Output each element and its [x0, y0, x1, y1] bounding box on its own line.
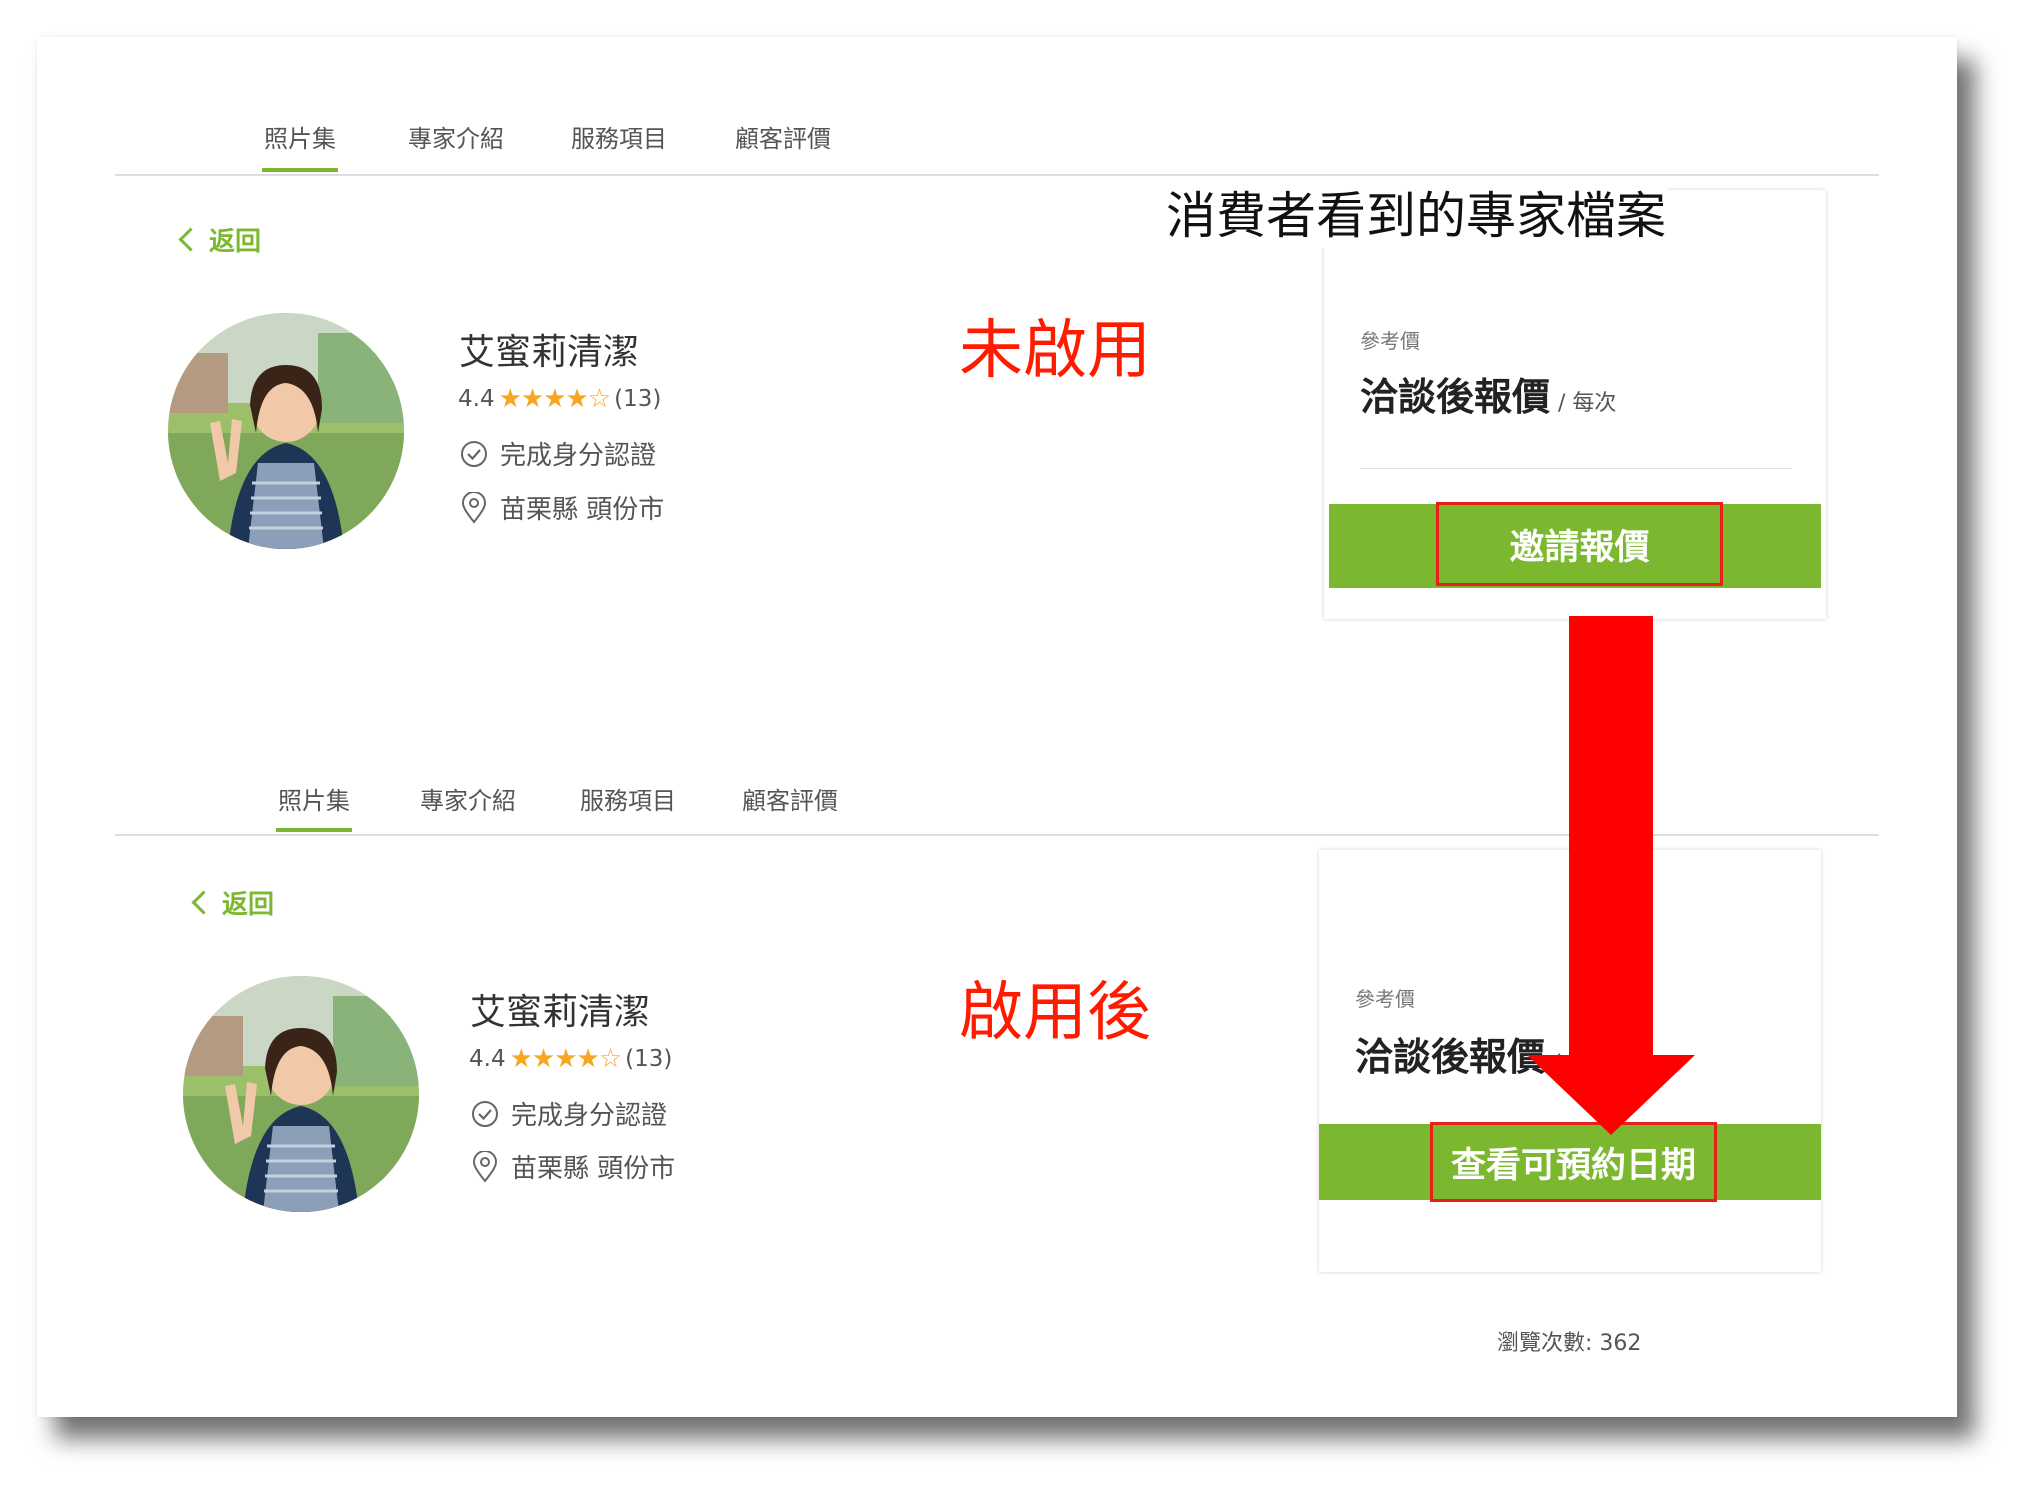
tab-photos[interactable]: 照片集 — [278, 781, 350, 816]
annotation-caption: 消費者看到的專家檔案 — [1164, 176, 1668, 248]
tab-reviews[interactable]: 顧客評價 — [742, 781, 838, 816]
available-dates-bar[interactable]: 查看可預約日期 — [1319, 1122, 1821, 1202]
request-quote-label: 邀請報價 — [1436, 502, 1723, 586]
active-tab-indicator — [262, 168, 338, 172]
back-link[interactable]: 返回 — [191, 884, 275, 921]
verified-label: 完成身分認證 — [511, 1101, 668, 1131]
price-label: 參考價 — [1360, 329, 1420, 353]
view-count: 瀏覽次數: 362 — [1497, 1331, 1642, 1356]
avatar — [168, 313, 404, 549]
status-annotation-enabled: 啟用後 — [959, 976, 1151, 1050]
profile-section-after: 照片集 專家介紹 服務項目 顧客評價 返回 艾蜜莉清潔 4.4 ★★★★☆ (1… — [37, 699, 1957, 1356]
tab-services[interactable]: 服務項目 — [571, 119, 667, 154]
verified-row: 完成身分認證 — [471, 1095, 667, 1132]
back-link[interactable]: 返回 — [178, 221, 262, 258]
expert-name: 艾蜜莉清潔 — [470, 992, 651, 1033]
verified-row: 完成身分認證 — [460, 435, 656, 472]
price-box: 參考價 洽談後報價 / 每次 邀請報價 — [1324, 190, 1826, 619]
status-annotation-disabled: 未啟用 — [959, 314, 1151, 388]
screenshot-card: 照片集 專家介紹 服務項目 顧客評價 返回 艾蜜莉清潔 4.4 ★★★★☆ (1… — [37, 37, 1957, 1417]
rating-row: 4.4 ★★★★☆ (13) — [469, 1044, 672, 1074]
price-unit: / 每次 — [1558, 391, 1617, 416]
tab-reviews[interactable]: 顧客評價 — [735, 119, 831, 154]
price-value: 洽談後報價 — [1360, 375, 1551, 419]
location-label: 苗栗縣 頭份市 — [511, 1154, 676, 1184]
back-label: 返回 — [222, 890, 275, 920]
location-pin-icon — [461, 491, 487, 524]
rating-value: 4.4 — [469, 1046, 506, 1072]
review-count: (13) — [614, 386, 662, 412]
price-divider — [1360, 468, 1792, 469]
location-row: 苗栗縣 頭份市 — [460, 489, 664, 526]
tab-services[interactable]: 服務項目 — [580, 781, 676, 816]
profile-section-before: 照片集 專家介紹 服務項目 顧客評價 返回 艾蜜莉清潔 4.4 ★★★★☆ (1… — [37, 37, 1957, 637]
chevron-left-icon — [191, 890, 216, 915]
active-tab-indicator — [276, 828, 352, 832]
expert-name: 艾蜜莉清潔 — [459, 332, 640, 373]
chevron-left-icon — [178, 227, 203, 252]
check-circle-icon — [461, 440, 487, 467]
annotation-arrow-head — [1527, 1055, 1695, 1135]
request-quote-button[interactable]: 邀請報價 — [1329, 502, 1821, 588]
location-row: 苗栗縣 頭份市 — [471, 1148, 675, 1185]
annotation-arrow-shaft — [1569, 616, 1653, 1056]
avatar — [183, 976, 419, 1212]
tab-photos[interactable]: 照片集 — [264, 119, 336, 154]
verified-label: 完成身分認證 — [500, 441, 657, 471]
tab-bar: 照片集 專家介紹 服務項目 顧客評價 — [115, 37, 1879, 176]
tab-expert-intro[interactable]: 專家介紹 — [420, 781, 516, 816]
rating-value: 4.4 — [458, 386, 495, 412]
price-value-row: 洽談後報價 / 每次 — [1360, 366, 1616, 421]
price-value: 洽談後報價 — [1355, 1035, 1546, 1079]
star-rating-icon: ★★★★☆ — [498, 384, 612, 414]
star-rating-icon: ★★★★☆ — [509, 1044, 623, 1074]
price-label: 參考價 — [1355, 987, 1415, 1011]
check-circle-icon — [472, 1100, 498, 1127]
location-pin-icon — [472, 1150, 498, 1183]
location-label: 苗栗縣 頭份市 — [500, 495, 665, 525]
review-count: (13) — [625, 1046, 673, 1072]
rating-row: 4.4 ★★★★☆ (13) — [458, 384, 661, 414]
back-label: 返回 — [209, 227, 262, 257]
tab-expert-intro[interactable]: 專家介紹 — [408, 119, 504, 154]
